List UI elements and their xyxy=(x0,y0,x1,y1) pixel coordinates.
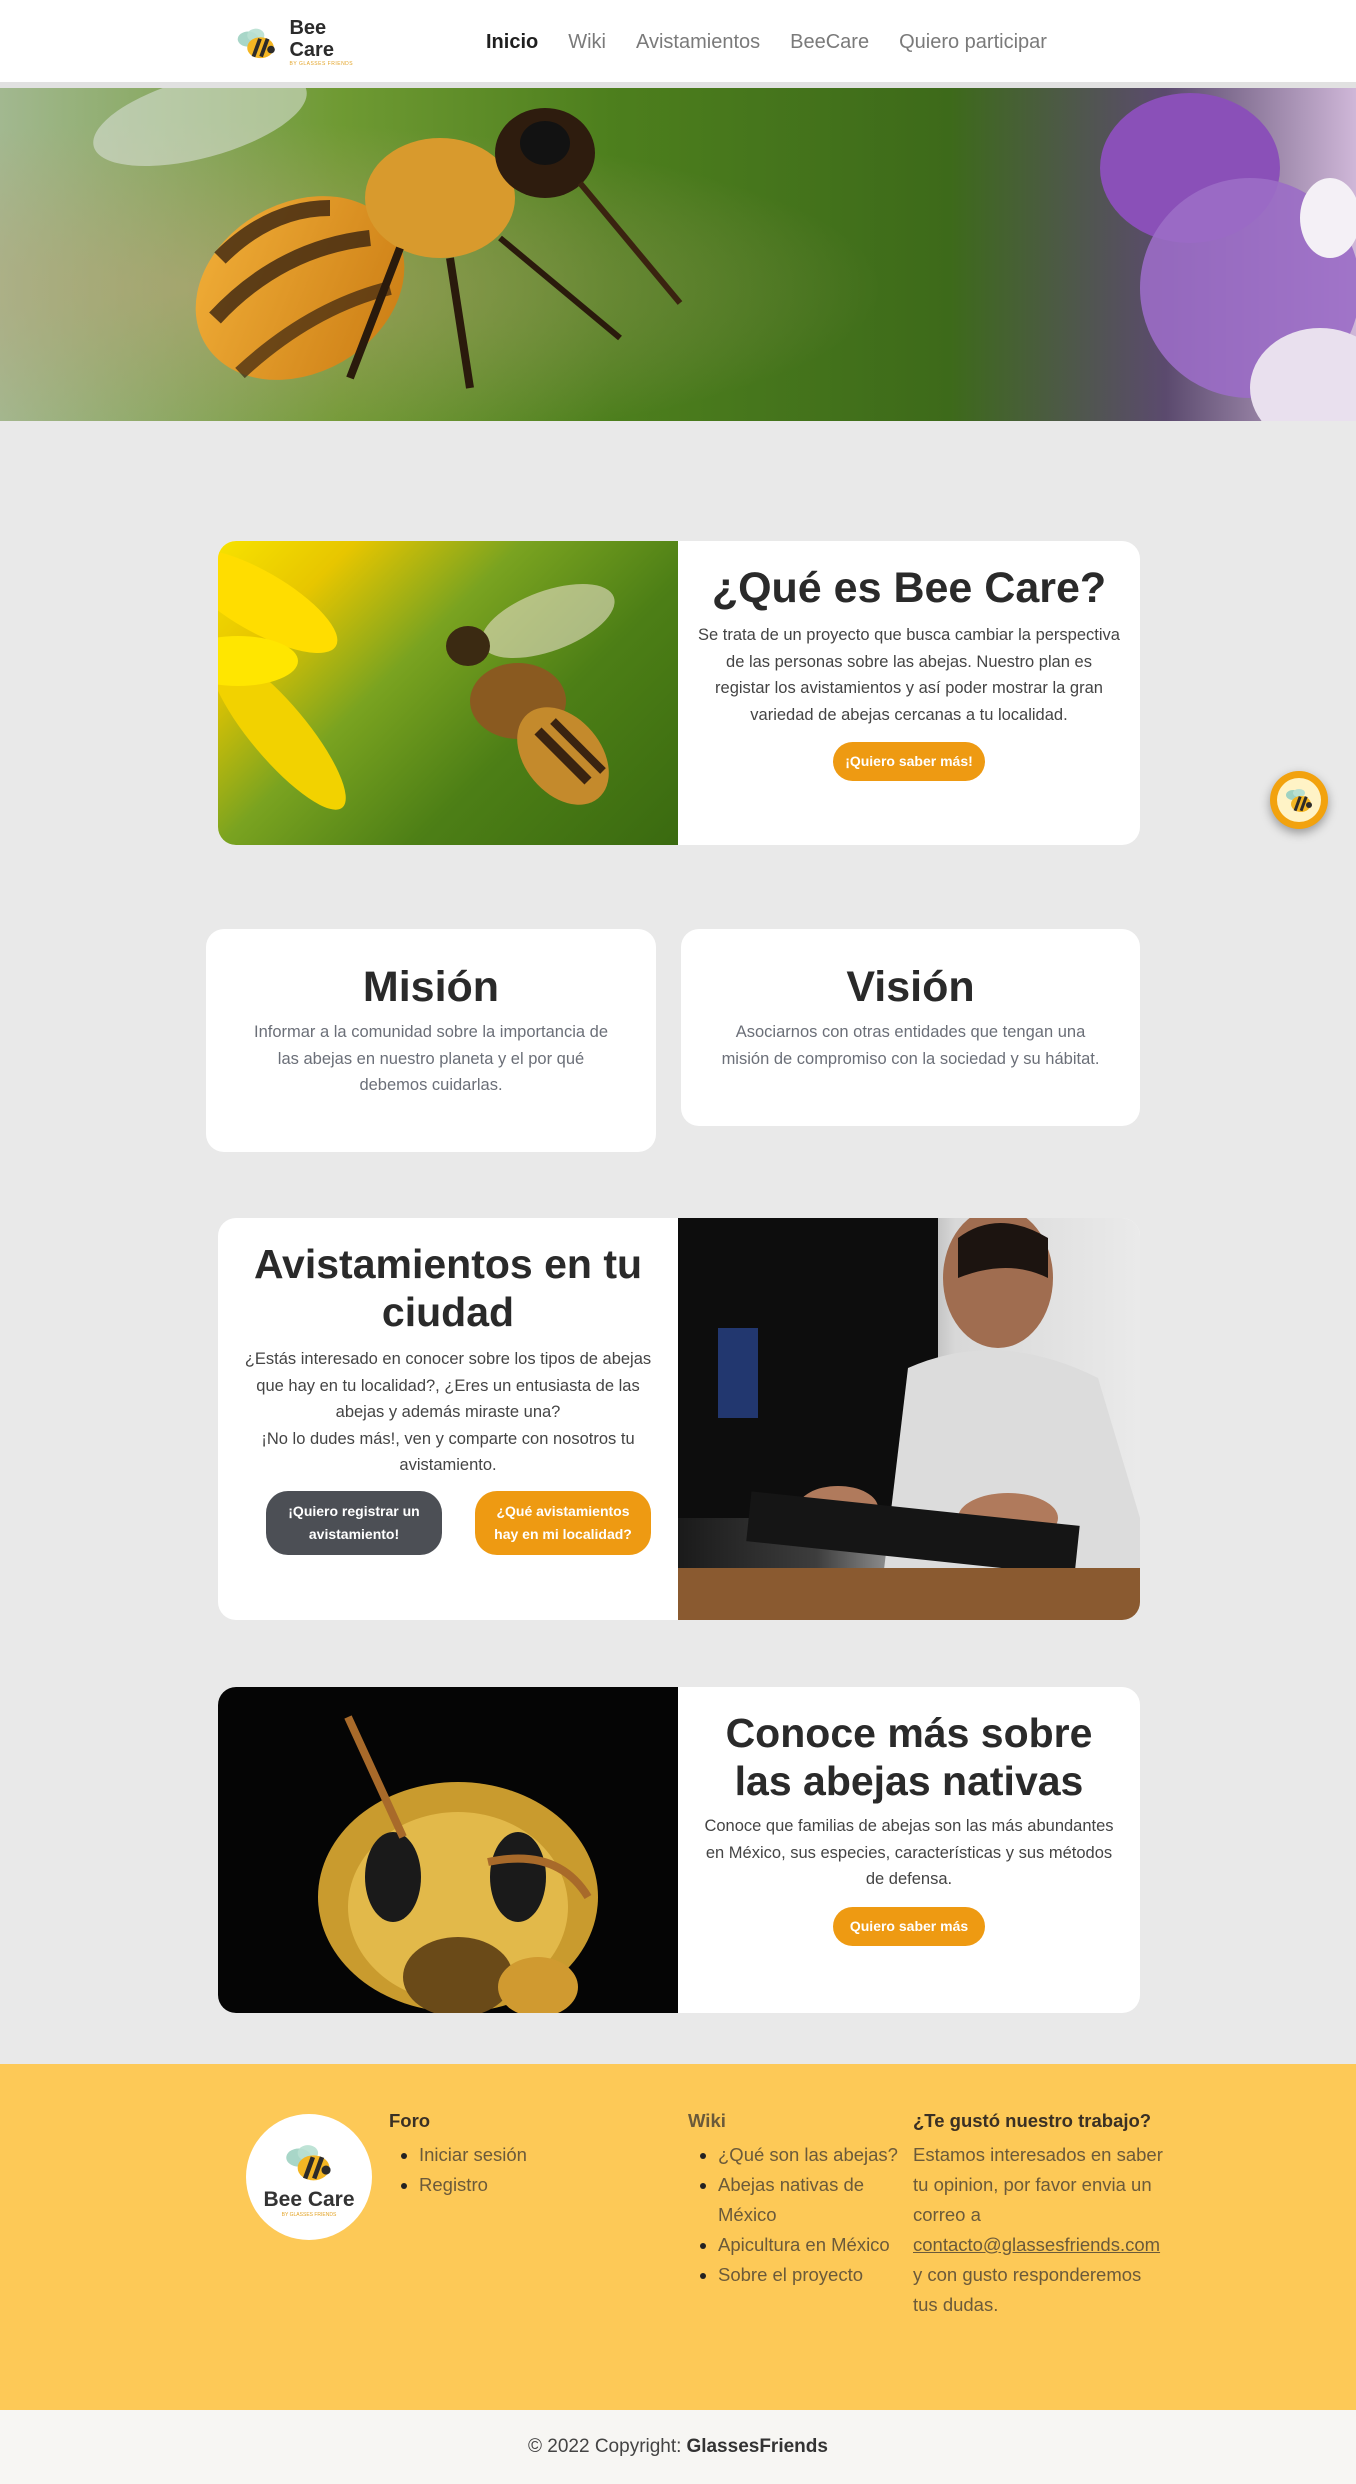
bee-logo-icon xyxy=(286,2145,331,2181)
copyright-bar: © 2022 Copyright: GlassesFriends xyxy=(0,2410,1356,2484)
navbar: Bee Care BY GLASSES FRIENDS Inicio Wiki … xyxy=(0,0,1356,88)
footer-contact-text-before: Estamos interesados en saber tu opinion,… xyxy=(913,2144,1163,2225)
sightings-card: Avistamientos en tu ciudad ¿Estás intere… xyxy=(218,1218,1140,1620)
hero-bee-illustration xyxy=(0,88,1356,421)
footer-wiki-list: ¿Qué son las abejas? Abejas nativas de M… xyxy=(688,2140,900,2290)
footer-contact-text: Estamos interesados en saber tu opinion,… xyxy=(913,2140,1163,2320)
native-bee-closeup-image xyxy=(218,1687,678,2013)
vision-title: Visión xyxy=(846,963,975,1011)
bee-icon xyxy=(1286,789,1312,812)
bee-logo-icon xyxy=(237,28,275,59)
brand-logo[interactable]: Bee Care BY GLASSES FRIENDS xyxy=(232,17,372,67)
about-card: ¿Qué es Bee Care? Se trata de un proyect… xyxy=(218,541,1140,845)
footer-link-sobre-proyecto[interactable]: Sobre el proyecto xyxy=(718,2260,900,2290)
bee-flower-image xyxy=(218,541,678,845)
nav-link-quiero-participar[interactable]: Quiero participar xyxy=(899,28,1047,56)
nav-links: Inicio Wiki Avistamientos BeeCare Quiero… xyxy=(486,28,1077,56)
footer-link-que-son-abejas[interactable]: ¿Qué son las abejas? xyxy=(718,2140,900,2170)
vision-card: Visión Asociarnos con otras entidades qu… xyxy=(681,929,1140,1126)
footer-foro-column: Foro Iniciar sesión Registro xyxy=(389,2106,629,2200)
nav-link-wiki[interactable]: Wiki xyxy=(568,28,606,56)
footer-foro-list: Iniciar sesión Registro xyxy=(389,2140,629,2200)
footer-link-registro[interactable]: Registro xyxy=(419,2170,629,2200)
mission-title: Misión xyxy=(362,963,500,1011)
footer: Bee Care BY GLASSES FRIENDS Foro Iniciar… xyxy=(0,2064,1356,2410)
register-sighting-button[interactable]: ¡Quiero registrar un avistamiento! xyxy=(266,1491,442,1555)
bee-chat-button[interactable] xyxy=(1270,771,1328,829)
footer-contact-text-after: y con gusto responderemos tus dudas. xyxy=(913,2264,1142,2315)
sightings-text-1: ¿Estás interesado en conocer sobre los t… xyxy=(244,1350,652,1421)
footer-link-abejas-nativas[interactable]: Abejas nativas de México xyxy=(718,2170,900,2230)
about-title: ¿Qué es Bee Care? xyxy=(711,564,1107,612)
brand-name: Bee Care xyxy=(289,17,334,61)
copyright-owner: GlassesFriends xyxy=(686,2436,828,2457)
mission-text: Informar a la comunidad sobre la importa… xyxy=(253,1023,609,1094)
footer-logo-name: Bee Care xyxy=(263,2188,355,2211)
brand-subtitle: BY GLASSES FRIENDS xyxy=(289,61,354,67)
native-bees-learn-more-button[interactable]: Quiero saber más xyxy=(833,1906,985,1946)
footer-link-apicultura[interactable]: Apicultura en México xyxy=(718,2230,900,2260)
footer-wiki-title: Wiki xyxy=(688,2110,726,2131)
mission-card: Misión Informar a la comunidad sobre la … xyxy=(206,929,656,1152)
footer-logo-subtitle: BY GLASSES FRIENDS xyxy=(281,2212,337,2218)
sightings-title: Avistamientos en tu ciudad xyxy=(253,1241,643,1335)
native-bees-text: Conoce que familias de abejas son las má… xyxy=(704,1817,1114,1888)
footer-foro-title: Foro xyxy=(389,2110,431,2131)
about-learn-more-button[interactable]: ¡Quiero saber más! xyxy=(833,742,985,781)
footer-logo[interactable]: Bee Care BY GLASSES FRIENDS xyxy=(246,2114,372,2240)
copyright-text: © 2022 Copyright: xyxy=(528,2436,682,2457)
hero-banner-image xyxy=(0,88,1356,421)
footer-contact-title: ¿Te gustó nuestro trabajo? xyxy=(913,2110,1152,2131)
about-text: Se trata de un proyecto que busca cambia… xyxy=(698,626,1120,724)
sightings-text-2: ¡No lo dudes más!, ven y comparte con no… xyxy=(261,1429,635,1475)
native-bees-card: Conoce más sobre las abejas nativas Cono… xyxy=(218,1687,1140,2013)
native-bees-title: Conoce más sobre las abejas nativas xyxy=(725,1710,1093,1804)
footer-wiki-column: Wiki ¿Qué son las abejas? Abejas nativas… xyxy=(688,2106,900,2290)
person-computer-image xyxy=(678,1218,1140,1620)
nav-link-avistamientos[interactable]: Avistamientos xyxy=(636,28,760,56)
nav-link-beecare[interactable]: BeeCare xyxy=(790,28,869,56)
vision-text: Asociarnos con otras entidades que tenga… xyxy=(721,1023,1100,1068)
nav-link-inicio[interactable]: Inicio xyxy=(486,28,538,56)
footer-link-iniciar-sesion[interactable]: Iniciar sesión xyxy=(419,2140,629,2170)
footer-contact-email-link[interactable]: contacto@glassesfriends.com xyxy=(913,2234,1160,2255)
local-sightings-button[interactable]: ¿Qué avistamientos hay en mi localidad? xyxy=(475,1491,651,1555)
footer-contact-column: ¿Te gustó nuestro trabajo? Estamos inter… xyxy=(913,2106,1163,2320)
